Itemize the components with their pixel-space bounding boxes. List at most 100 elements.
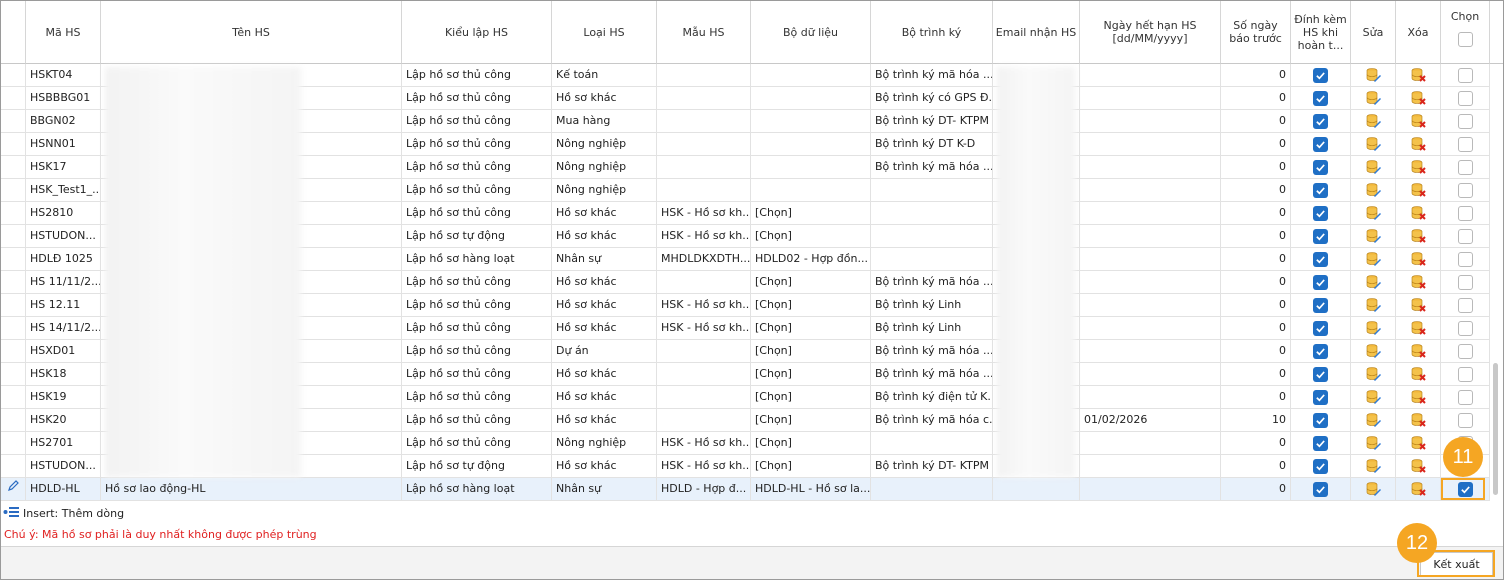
bo-trinh-ky-cell[interactable]: Bộ trình ký DT- KTPM [871, 110, 993, 133]
loai-hs-cell[interactable]: Hồ sơ khác [552, 409, 657, 432]
so-ngay-cell[interactable]: 0 [1221, 478, 1291, 501]
dinh-kem-checkbox[interactable] [1313, 90, 1328, 106]
chon-cell[interactable] [1441, 317, 1490, 340]
bo-du-lieu-cell[interactable]: [Chọn] [751, 409, 871, 432]
ngay-het-han-cell[interactable] [1080, 294, 1221, 317]
header-mau-hs[interactable]: Mẫu HS [657, 1, 751, 64]
delete-record-icon[interactable] [1410, 274, 1426, 290]
dinh-kem-checkbox[interactable] [1313, 435, 1328, 451]
delete-record-icon[interactable] [1410, 67, 1426, 83]
loai-hs-cell[interactable]: Hồ sơ khác [552, 87, 657, 110]
so-ngay-cell[interactable]: 0 [1221, 248, 1291, 271]
row-select-checkbox[interactable] [1457, 297, 1473, 313]
row-select-checkbox[interactable] [1457, 90, 1473, 106]
delete-cell[interactable] [1396, 294, 1441, 317]
loai-hs-cell[interactable]: Kế toán [552, 64, 657, 87]
ngay-het-han-cell[interactable] [1080, 478, 1221, 501]
delete-record-icon[interactable] [1410, 412, 1426, 428]
chon-cell[interactable] [1441, 363, 1490, 386]
dinh-kem-checkbox[interactable] [1313, 389, 1328, 405]
kieu-lap-cell[interactable]: Lập hồ sơ thủ công [402, 271, 552, 294]
so-ngay-cell[interactable]: 0 [1221, 156, 1291, 179]
loai-hs-cell[interactable]: Mua hàng [552, 110, 657, 133]
kieu-lap-cell[interactable]: Lập hồ sơ thủ công [402, 110, 552, 133]
header-ma-hs[interactable]: Mã HS [26, 1, 101, 64]
ngay-het-han-cell[interactable]: 01/02/2026 [1080, 409, 1221, 432]
ma-hs-cell[interactable]: HDLD-HL [26, 478, 101, 501]
mau-hs-cell[interactable] [657, 133, 751, 156]
edit-record-icon[interactable] [1365, 366, 1381, 382]
dinh-kem-cell[interactable] [1291, 340, 1351, 363]
ma-hs-cell[interactable]: HDLĐ 1025 [26, 248, 101, 271]
dinh-kem-checkbox[interactable] [1313, 274, 1328, 290]
row-select-checkbox[interactable] [1457, 113, 1473, 129]
header-kieu-lap[interactable]: Kiểu lập HS [402, 1, 552, 64]
dinh-kem-checkbox[interactable] [1313, 458, 1328, 474]
edit-cell[interactable] [1351, 340, 1396, 363]
mau-hs-cell[interactable] [657, 340, 751, 363]
edit-record-icon[interactable] [1365, 90, 1381, 106]
edit-cell[interactable] [1351, 64, 1396, 87]
ngay-het-han-cell[interactable] [1080, 432, 1221, 455]
edit-cell[interactable] [1351, 110, 1396, 133]
kieu-lap-cell[interactable]: Lập hồ sơ tự động [402, 455, 552, 478]
ma-hs-cell[interactable]: HSTUDON... [26, 455, 101, 478]
row-select-checkbox[interactable] [1457, 182, 1473, 198]
mau-hs-cell[interactable]: HSK - Hồ sơ kh... [657, 225, 751, 248]
dinh-kem-cell[interactable] [1291, 478, 1351, 501]
kieu-lap-cell[interactable]: Lập hồ sơ thủ công [402, 202, 552, 225]
kieu-lap-cell[interactable]: Lập hồ sơ thủ công [402, 409, 552, 432]
dinh-kem-cell[interactable] [1291, 202, 1351, 225]
bo-du-lieu-cell[interactable]: [Chọn] [751, 363, 871, 386]
ma-hs-cell[interactable]: HS 14/11/2... [26, 317, 101, 340]
mau-hs-cell[interactable] [657, 179, 751, 202]
kieu-lap-cell[interactable]: Lập hồ sơ thủ công [402, 386, 552, 409]
mau-hs-cell[interactable]: HSK - Hồ sơ kh... [657, 455, 751, 478]
so-ngay-cell[interactable]: 0 [1221, 363, 1291, 386]
bo-du-lieu-cell[interactable]: [Chọn] [751, 294, 871, 317]
edit-record-icon[interactable] [1365, 67, 1381, 83]
dinh-kem-checkbox[interactable] [1313, 113, 1328, 129]
bo-du-lieu-cell[interactable]: HDLD-HL - Hồ sơ la... [751, 478, 871, 501]
edit-cell[interactable] [1351, 202, 1396, 225]
dinh-kem-cell[interactable] [1291, 294, 1351, 317]
edit-cell[interactable] [1351, 271, 1396, 294]
so-ngay-cell[interactable]: 0 [1221, 317, 1291, 340]
chon-cell[interactable] [1441, 87, 1490, 110]
delete-record-icon[interactable] [1410, 481, 1426, 497]
delete-record-icon[interactable] [1410, 182, 1426, 198]
edit-record-icon[interactable] [1365, 481, 1381, 497]
header-ten-hs[interactable]: Tên HS [101, 1, 402, 64]
bo-du-lieu-cell[interactable]: [Chọn] [751, 317, 871, 340]
bo-trinh-ky-cell[interactable]: Bộ trình ký DT K-D [871, 133, 993, 156]
loai-hs-cell[interactable]: Nhân sự [552, 478, 657, 501]
delete-record-icon[interactable] [1410, 458, 1426, 474]
loai-hs-cell[interactable]: Hồ sơ khác [552, 202, 657, 225]
bo-du-lieu-cell[interactable] [751, 64, 871, 87]
dinh-kem-cell[interactable] [1291, 179, 1351, 202]
bo-du-lieu-cell[interactable]: HDLD02 - Hợp đồn... [751, 248, 871, 271]
loai-hs-cell[interactable]: Dự án [552, 340, 657, 363]
edit-cell[interactable] [1351, 432, 1396, 455]
dinh-kem-checkbox[interactable] [1313, 251, 1328, 267]
bo-trinh-ky-cell[interactable] [871, 432, 993, 455]
dinh-kem-cell[interactable] [1291, 409, 1351, 432]
header-bo-du-lieu[interactable]: Bộ dữ liệu [751, 1, 871, 64]
table-row[interactable]: HDLD-HL Hồ sơ lao động-HL Lập hồ sơ hàng l… [1, 478, 1503, 501]
bo-du-lieu-cell[interactable]: [Chọn] [751, 386, 871, 409]
delete-record-icon[interactable] [1410, 366, 1426, 382]
loai-hs-cell[interactable]: Nông nghiệp [552, 156, 657, 179]
ngay-het-han-cell[interactable] [1080, 455, 1221, 478]
so-ngay-cell[interactable]: 0 [1221, 455, 1291, 478]
edit-record-icon[interactable] [1365, 274, 1381, 290]
edit-cell[interactable] [1351, 225, 1396, 248]
delete-record-icon[interactable] [1410, 435, 1426, 451]
ngay-het-han-cell[interactable] [1080, 179, 1221, 202]
dinh-kem-checkbox[interactable] [1313, 320, 1328, 336]
so-ngay-cell[interactable]: 0 [1221, 386, 1291, 409]
row-select-checkbox[interactable] [1457, 136, 1473, 152]
mau-hs-cell[interactable] [657, 156, 751, 179]
mau-hs-cell[interactable] [657, 363, 751, 386]
chon-cell[interactable] [1441, 202, 1490, 225]
chon-cell[interactable] [1441, 409, 1490, 432]
